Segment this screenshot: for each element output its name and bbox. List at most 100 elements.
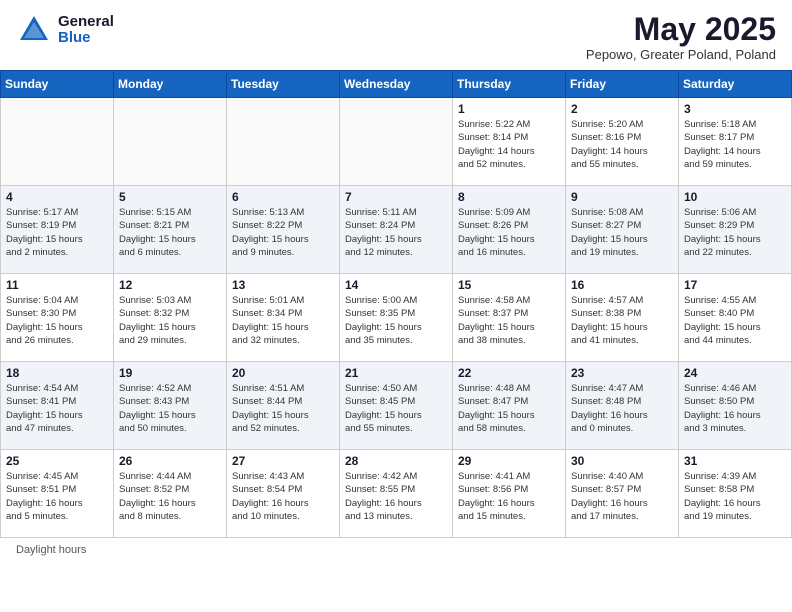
calendar-cell: 22 Sunrise: 4:48 AM Sunset: 8:47 PM Dayli…: [453, 362, 566, 450]
day-number: 6: [232, 190, 334, 204]
calendar-cell: 2 Sunrise: 5:20 AM Sunset: 8:16 PM Daylig…: [566, 98, 679, 186]
calendar-header-row: SundayMondayTuesdayWednesdayThursdayFrid…: [1, 71, 792, 98]
calendar-cell: 31Sunrise: 4:39 AM Sunset: 8:58 PM Dayli…: [679, 450, 792, 538]
calendar-table: SundayMondayTuesdayWednesdayThursdayFrid…: [0, 70, 792, 538]
calendar-cell: 19 Sunrise: 4:52 AM Sunset: 8:43 PM Dayli…: [114, 362, 227, 450]
day-number: 2: [571, 102, 673, 116]
day-number: 28: [345, 454, 447, 468]
page-title: May 2025: [586, 12, 776, 47]
calendar-cell: 29Sunrise: 4:41 AM Sunset: 8:56 PM Dayli…: [453, 450, 566, 538]
day-info: Sunrise: 4:42 AM Sunset: 8:55 PM Dayligh…: [345, 470, 447, 523]
calendar-cell: 18 Sunrise: 4:54 AM Sunset: 8:41 PM Dayli…: [1, 362, 114, 450]
day-number: 19: [119, 366, 221, 380]
day-number: 30: [571, 454, 673, 468]
day-info: Sunrise: 5:01 AM Sunset: 8:34 PM Dayligh…: [232, 294, 334, 347]
day-info: Sunrise: 4:50 AM Sunset: 8:45 PM Dayligh…: [345, 382, 447, 435]
day-number: 7: [345, 190, 447, 204]
day-info: Sunrise: 5:00 AM Sunset: 8:35 PM Dayligh…: [345, 294, 447, 347]
calendar-week-row: 4Sunrise: 5:17 AM Sunset: 8:19 PM Daylig…: [1, 186, 792, 274]
logo-blue-text: Blue: [58, 30, 114, 47]
day-info: Sunrise: 4:44 AM Sunset: 8:52 PM Dayligh…: [119, 470, 221, 523]
day-info: Sunrise: 5:08 AM Sunset: 8:27 PM Dayligh…: [571, 206, 673, 259]
day-number: 26: [119, 454, 221, 468]
day-info: Sunrise: 5:20 AM Sunset: 8:16 PM Dayligh…: [571, 118, 673, 171]
title-section: May 2025 Pepowo, Greater Poland, Poland: [586, 12, 776, 62]
day-info: Sunrise: 4:54 AM Sunset: 8:41 PM Dayligh…: [6, 382, 108, 435]
calendar-cell: 6 Sunrise: 5:13 AM Sunset: 8:22 PM Daylig…: [227, 186, 340, 274]
day-info: Sunrise: 5:13 AM Sunset: 8:22 PM Dayligh…: [232, 206, 334, 259]
day-number: 14: [345, 278, 447, 292]
day-number: 18: [6, 366, 108, 380]
day-number: 9: [571, 190, 673, 204]
calendar-cell: 14 Sunrise: 5:00 AM Sunset: 8:35 PM Dayli…: [340, 274, 453, 362]
page-subtitle: Pepowo, Greater Poland, Poland: [586, 47, 776, 62]
calendar-cell: 20 Sunrise: 4:51 AM Sunset: 8:44 PM Dayli…: [227, 362, 340, 450]
calendar-header-friday: Friday: [566, 71, 679, 98]
day-number: 21: [345, 366, 447, 380]
calendar-cell: [1, 98, 114, 186]
day-info: Sunrise: 5:09 AM Sunset: 8:26 PM Dayligh…: [458, 206, 560, 259]
calendar-cell: 4Sunrise: 5:17 AM Sunset: 8:19 PM Daylig…: [1, 186, 114, 274]
logo-text: General Blue: [58, 14, 114, 47]
calendar-cell: 27Sunrise: 4:43 AM Sunset: 8:54 PM Dayli…: [227, 450, 340, 538]
calendar-cell: [340, 98, 453, 186]
calendar-cell: 5 Sunrise: 5:15 AM Sunset: 8:21 PM Daylig…: [114, 186, 227, 274]
calendar-cell: 25 Sunrise: 4:45 AM Sunset: 8:51 PM Dayli…: [1, 450, 114, 538]
calendar-cell: [114, 98, 227, 186]
day-info: Sunrise: 4:41 AM Sunset: 8:56 PM Dayligh…: [458, 470, 560, 523]
calendar-week-row: 18 Sunrise: 4:54 AM Sunset: 8:41 PM Dayli…: [1, 362, 792, 450]
calendar-header-thursday: Thursday: [453, 71, 566, 98]
day-info: Sunrise: 4:51 AM Sunset: 8:44 PM Dayligh…: [232, 382, 334, 435]
footer: Daylight hours: [0, 538, 792, 562]
day-number: 25: [6, 454, 108, 468]
calendar-cell: 11 Sunrise: 5:04 AM Sunset: 8:30 PM Dayli…: [1, 274, 114, 362]
logo: General Blue: [16, 12, 114, 48]
day-number: 17: [684, 278, 786, 292]
day-number: 13: [232, 278, 334, 292]
day-number: 4: [6, 190, 108, 204]
calendar-cell: 13 Sunrise: 5:01 AM Sunset: 8:34 PM Dayli…: [227, 274, 340, 362]
day-number: 5: [119, 190, 221, 204]
calendar-cell: 16Sunrise: 4:57 AM Sunset: 8:38 PM Dayli…: [566, 274, 679, 362]
day-number: 3: [684, 102, 786, 116]
day-number: 8: [458, 190, 560, 204]
calendar-cell: 3 Sunrise: 5:18 AM Sunset: 8:17 PM Daylig…: [679, 98, 792, 186]
day-info: Sunrise: 5:15 AM Sunset: 8:21 PM Dayligh…: [119, 206, 221, 259]
calendar-cell: 10 Sunrise: 5:06 AM Sunset: 8:29 PM Dayli…: [679, 186, 792, 274]
calendar-cell: 12 Sunrise: 5:03 AM Sunset: 8:32 PM Dayli…: [114, 274, 227, 362]
day-number: 24: [684, 366, 786, 380]
day-number: 27: [232, 454, 334, 468]
day-info: Sunrise: 5:22 AM Sunset: 8:14 PM Dayligh…: [458, 118, 560, 171]
day-info: Sunrise: 4:52 AM Sunset: 8:43 PM Dayligh…: [119, 382, 221, 435]
footer-note: Daylight hours: [16, 544, 86, 556]
day-info: Sunrise: 5:03 AM Sunset: 8:32 PM Dayligh…: [119, 294, 221, 347]
day-info: Sunrise: 5:06 AM Sunset: 8:29 PM Dayligh…: [684, 206, 786, 259]
calendar-cell: 30Sunrise: 4:40 AM Sunset: 8:57 PM Dayli…: [566, 450, 679, 538]
calendar-week-row: 11 Sunrise: 5:04 AM Sunset: 8:30 PM Dayli…: [1, 274, 792, 362]
calendar-header-wednesday: Wednesday: [340, 71, 453, 98]
day-number: 20: [232, 366, 334, 380]
calendar-cell: 9 Sunrise: 5:08 AM Sunset: 8:27 PM Daylig…: [566, 186, 679, 274]
day-number: 12: [119, 278, 221, 292]
page-header: General Blue May 2025 Pepowo, Greater Po…: [0, 0, 792, 70]
calendar-cell: 7 Sunrise: 5:11 AM Sunset: 8:24 PM Daylig…: [340, 186, 453, 274]
day-number: 10: [684, 190, 786, 204]
day-info: Sunrise: 5:11 AM Sunset: 8:24 PM Dayligh…: [345, 206, 447, 259]
day-number: 11: [6, 278, 108, 292]
calendar-header-saturday: Saturday: [679, 71, 792, 98]
calendar-cell: [227, 98, 340, 186]
calendar-week-row: 1Sunrise: 5:22 AM Sunset: 8:14 PM Daylig…: [1, 98, 792, 186]
calendar-header-sunday: Sunday: [1, 71, 114, 98]
day-info: Sunrise: 5:18 AM Sunset: 8:17 PM Dayligh…: [684, 118, 786, 171]
calendar-cell: 8 Sunrise: 5:09 AM Sunset: 8:26 PM Daylig…: [453, 186, 566, 274]
calendar-cell: 23Sunrise: 4:47 AM Sunset: 8:48 PM Dayli…: [566, 362, 679, 450]
calendar-cell: 15Sunrise: 4:58 AM Sunset: 8:37 PM Dayli…: [453, 274, 566, 362]
day-info: Sunrise: 4:58 AM Sunset: 8:37 PM Dayligh…: [458, 294, 560, 347]
day-info: Sunrise: 4:48 AM Sunset: 8:47 PM Dayligh…: [458, 382, 560, 435]
day-number: 22: [458, 366, 560, 380]
day-info: Sunrise: 5:04 AM Sunset: 8:30 PM Dayligh…: [6, 294, 108, 347]
calendar-cell: 1Sunrise: 5:22 AM Sunset: 8:14 PM Daylig…: [453, 98, 566, 186]
day-info: Sunrise: 4:39 AM Sunset: 8:58 PM Dayligh…: [684, 470, 786, 523]
calendar-cell: 28 Sunrise: 4:42 AM Sunset: 8:55 PM Dayli…: [340, 450, 453, 538]
day-info: Sunrise: 4:45 AM Sunset: 8:51 PM Dayligh…: [6, 470, 108, 523]
